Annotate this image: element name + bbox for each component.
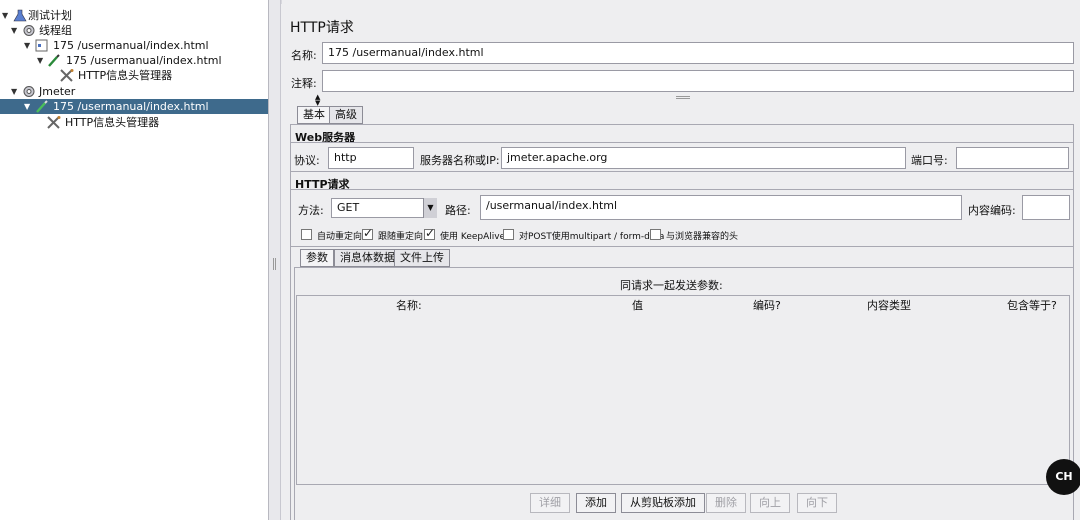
follow-redirect-label: 跟随重定向 [378, 232, 424, 242]
tree-item-label: Jmeter [39, 85, 76, 98]
tab-file-upload[interactable]: 文件上传 [394, 249, 450, 267]
expand-toggle-icon[interactable]: ▼ [2, 8, 12, 23]
move-up-button[interactable]: 向上 [750, 493, 790, 513]
detail-button[interactable]: 详细 [530, 493, 570, 513]
parameters-table[interactable] [296, 295, 1070, 485]
tree-item-label: 测试计划 [28, 9, 72, 22]
controller-icon [35, 39, 48, 52]
tree-item-label: 线程组 [39, 24, 72, 37]
browser-headers-checkbox[interactable] [650, 229, 661, 240]
column-header-content-type[interactable]: 内容类型 [867, 297, 911, 313]
auto-redirect-label: 自动重定向 [317, 232, 363, 242]
add-button[interactable]: 添加 [576, 493, 616, 513]
tree-item-label: HTTP信息头管理器 [78, 69, 173, 82]
pipette-icon [48, 54, 60, 67]
test-plan-tree[interactable]: ▼ 测试计划 ▼ 线程组 ▼ 175 /usermanual/index.htm… [0, 0, 269, 520]
multipart-checkbox[interactable] [503, 229, 514, 240]
column-header-encode[interactable]: 编码? [753, 297, 781, 313]
tree-item-label: 175 /usermanual/index.html [66, 54, 222, 67]
chevron-down-icon[interactable]: ▼ [423, 198, 437, 218]
follow-redirect-checkbox[interactable] [362, 226, 373, 240]
expand-toggle-icon[interactable]: ▼ [37, 53, 47, 68]
ime-badge[interactable]: CH [1046, 459, 1080, 495]
tree-item-test-plan[interactable]: ▼ 测试计划 [0, 8, 268, 23]
tab-body-data[interactable]: 消息体数据 [334, 249, 401, 267]
comment-label: 注释: [291, 77, 317, 90]
tree-item-jmeter[interactable]: ▼ Jmeter [0, 84, 268, 99]
splitter-grip-icon[interactable] [676, 96, 690, 99]
server-label: 服务器名称或IP: [420, 154, 500, 167]
expand-toggle-icon[interactable]: ▼ [24, 38, 34, 53]
flask-icon [13, 9, 27, 22]
tools-icon [47, 116, 61, 129]
encoding-label: 内容编码: [968, 204, 1016, 217]
delete-button[interactable]: 删除 [706, 493, 746, 513]
port-input[interactable] [956, 147, 1069, 169]
tab-advanced[interactable]: 高级 [329, 106, 363, 124]
http-request-panel: HTTP请求 名称: 175 /usermanual/index.html 注释… [282, 0, 1080, 520]
keepalive-label: 使用 KeepAlive [440, 232, 506, 242]
tree-item-label: 175 /usermanual/index.html [53, 39, 209, 52]
tools-icon [60, 69, 74, 82]
encoding-input[interactable] [1022, 195, 1070, 220]
tree-item-sampler-selected[interactable]: ▼ 175 /usermanual/index.html [0, 99, 268, 114]
auto-redirect-checkbox[interactable] [301, 229, 312, 240]
add-from-clipboard-button[interactable]: 从剪贴板添加 [621, 493, 705, 513]
tree-item-controller[interactable]: ▼ 175 /usermanual/index.html [0, 38, 268, 53]
browser-headers-label: 与浏览器兼容的头 [666, 232, 739, 242]
tree-item-label: HTTP信息头管理器 [65, 116, 160, 129]
tree-item-label: 175 /usermanual/index.html [53, 100, 209, 113]
expand-toggle-icon[interactable]: ▼ [11, 84, 21, 99]
tree-item-header-manager[interactable]: HTTP信息头管理器 [0, 115, 268, 130]
tree-item-header-manager[interactable]: HTTP信息头管理器 [0, 68, 268, 83]
protocol-label: 协议: [294, 154, 320, 167]
port-label: 端口号: [911, 154, 948, 167]
method-label: 方法: [298, 204, 324, 217]
method-select[interactable]: GET [331, 198, 437, 218]
name-input[interactable]: 175 /usermanual/index.html [322, 42, 1074, 64]
keepalive-checkbox[interactable] [424, 226, 435, 240]
tab-basic[interactable]: 基本 [297, 106, 331, 124]
column-header-value[interactable]: 值 [632, 297, 643, 313]
page-title: HTTP请求 [290, 20, 354, 36]
server-input[interactable]: jmeter.apache.org [501, 147, 906, 169]
column-header-include-equals[interactable]: 包含等于? [1007, 297, 1057, 313]
comment-input[interactable] [322, 70, 1074, 92]
expand-toggle-icon[interactable]: ▼ [24, 99, 34, 114]
tab-parameters[interactable]: 参数 [300, 249, 334, 267]
column-header-name[interactable]: 名称: [396, 297, 422, 313]
pipette-icon [36, 100, 48, 113]
path-label: 路径: [445, 204, 471, 217]
path-input[interactable]: /usermanual/index.html [480, 195, 962, 220]
parameters-caption: 同请求一起发送参数: [620, 279, 723, 292]
gear-icon [23, 86, 35, 97]
move-down-button[interactable]: 向下 [797, 493, 837, 513]
tree-item-thread-group[interactable]: ▼ 线程组 [0, 23, 268, 38]
collapse-arrows-icon[interactable]: ▲ ▼ [315, 94, 320, 107]
method-value: GET [337, 201, 360, 214]
name-label: 名称: [291, 49, 317, 62]
tree-item-sampler[interactable]: ▼ 175 /usermanual/index.html [0, 53, 268, 68]
split-pane-divider[interactable] [269, 0, 281, 520]
protocol-input[interactable]: http [328, 147, 414, 169]
divider-grip-icon [273, 258, 276, 270]
gear-icon [23, 25, 35, 36]
expand-toggle-icon[interactable]: ▼ [11, 23, 21, 38]
multipart-label: 对POST使用multipart / form-data [519, 232, 665, 242]
